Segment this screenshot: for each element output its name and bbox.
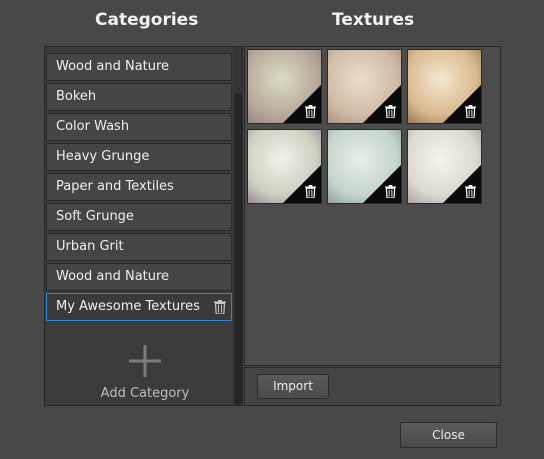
trash-icon[interactable]: [465, 105, 476, 118]
category-label: Wood and Nature: [56, 59, 170, 74]
trash-icon[interactable]: [214, 300, 226, 314]
add-category-label: Add Category: [100, 386, 190, 401]
texture-thumbnail[interactable]: [247, 49, 322, 124]
textures-title: Textures: [332, 10, 415, 30]
category-item-my-awesome-textures[interactable]: My Awesome Textures: [46, 293, 232, 321]
category-label: Heavy Grunge: [56, 149, 150, 164]
trash-icon[interactable]: [385, 185, 396, 198]
category-item-urban-grit[interactable]: Urban Grit: [46, 233, 232, 261]
texture-thumbnail[interactable]: [327, 49, 402, 124]
category-item-heavy-grunge[interactable]: Heavy Grunge: [46, 143, 232, 171]
plus-icon: [129, 345, 161, 377]
category-label: Urban Grit: [56, 239, 124, 254]
textures-panel: [244, 46, 501, 366]
category-item-wood-and-nature[interactable]: Wood and Nature: [46, 263, 232, 291]
texture-thumbnail[interactable]: [407, 49, 482, 124]
categories-title: Categories: [95, 10, 199, 30]
categories-panel: Wood and Nature Bokeh Color Wash Heavy G…: [44, 46, 243, 406]
category-label: Wood and Nature: [56, 269, 170, 284]
trash-icon[interactable]: [305, 185, 316, 198]
texture-thumbnail[interactable]: [327, 129, 402, 204]
trash-icon[interactable]: [305, 105, 316, 118]
category-item-wood-and-nature-top[interactable]: Wood and Nature: [46, 53, 232, 81]
import-button[interactable]: Import: [257, 374, 329, 399]
add-category-button[interactable]: Add Category: [45, 339, 233, 405]
close-button[interactable]: Close: [400, 422, 497, 448]
category-item-bokeh[interactable]: Bokeh: [46, 83, 232, 111]
category-label: Soft Grunge: [56, 209, 134, 224]
category-label: My Awesome Textures: [56, 299, 200, 314]
texture-thumbnail[interactable]: [407, 129, 482, 204]
category-item-color-wash[interactable]: Color Wash: [46, 113, 232, 141]
category-item-paper-and-textiles[interactable]: Paper and Textiles: [46, 173, 232, 201]
category-label: Color Wash: [56, 119, 130, 134]
category-item-soft-grunge[interactable]: Soft Grunge: [46, 203, 232, 231]
import-bar: Import: [244, 367, 501, 406]
trash-icon[interactable]: [385, 105, 396, 118]
category-label: Bokeh: [56, 89, 97, 104]
scrollbar-thumb[interactable]: [234, 93, 242, 405]
trash-icon[interactable]: [465, 185, 476, 198]
texture-thumbnail[interactable]: [247, 129, 322, 204]
category-label: Paper and Textiles: [56, 179, 174, 194]
